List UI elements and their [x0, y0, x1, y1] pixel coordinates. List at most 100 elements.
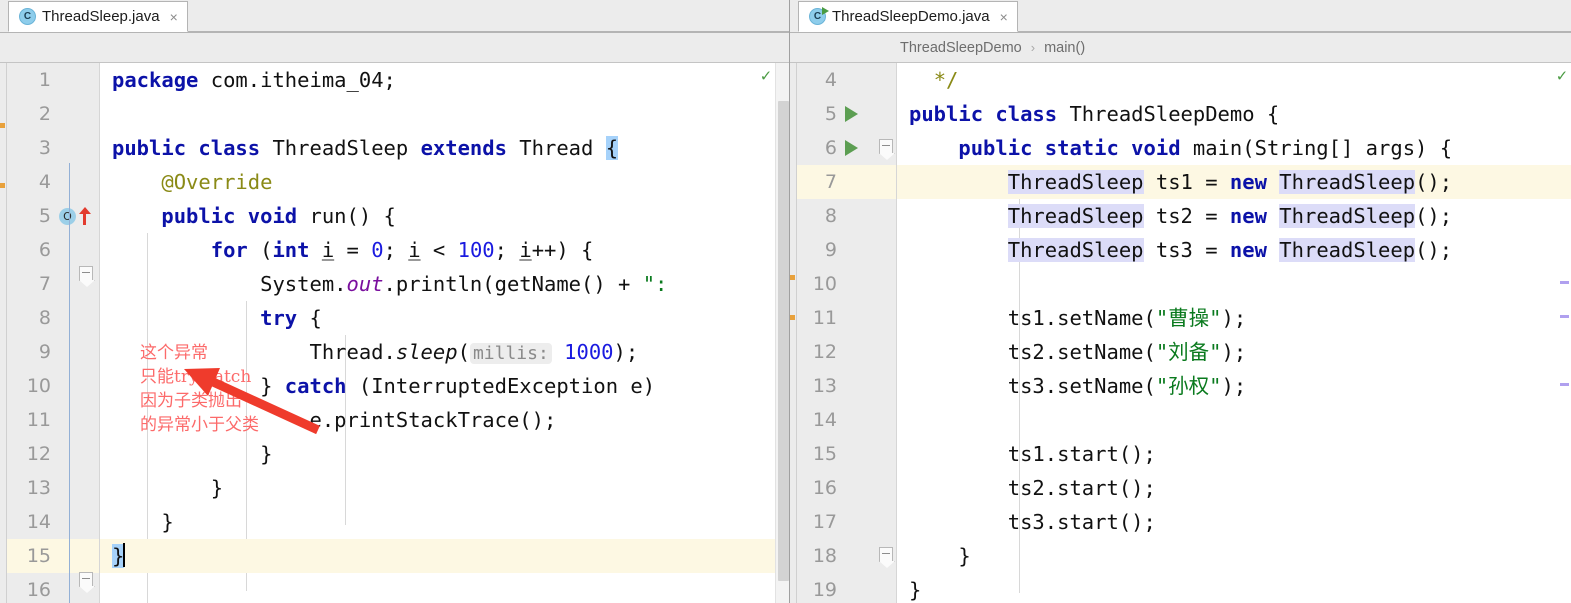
- line-number: 14: [812, 409, 837, 431]
- line-number: 8: [38, 307, 51, 329]
- run-icon[interactable]: [845, 106, 858, 122]
- line-number: 15: [26, 545, 51, 567]
- code-line: }: [909, 578, 922, 602]
- line-number: 4: [824, 69, 837, 91]
- inspection-ok-icon[interactable]: ✓: [761, 66, 771, 86]
- code-line: public void run() {: [161, 204, 396, 228]
- line-number: 3: [38, 137, 51, 159]
- fold-icon[interactable]: [879, 547, 893, 562]
- gutter-line: 14: [797, 403, 896, 437]
- line-number: 16: [812, 477, 837, 499]
- code-line: try {: [260, 306, 322, 330]
- breadcrumb-class[interactable]: ThreadSleepDemo: [900, 40, 1022, 56]
- marker-warning: [0, 123, 5, 128]
- gutter-line: 4: [7, 165, 99, 199]
- gutter-line-current: 15: [7, 539, 99, 573]
- code-line: Thread.sleep(millis: 1000);: [112, 340, 639, 364]
- up-arrow-icon[interactable]: [79, 207, 91, 225]
- line-number: 19: [812, 579, 837, 601]
- line-number: 12: [26, 443, 51, 465]
- code-line: public class ThreadSleep extends Thread …: [112, 136, 619, 160]
- gutter-line: 16: [797, 471, 896, 505]
- line-number: 2: [38, 103, 51, 125]
- tab-label: ThreadSleepDemo.java: [832, 8, 990, 25]
- editor-pane-left: C ThreadSleep.java × 1 2 3 4 5 O 6 7 8 9…: [0, 0, 790, 603]
- gutter-line: 5: [797, 97, 896, 131]
- gutter-line: 10: [7, 369, 99, 403]
- line-number: 5: [38, 205, 51, 227]
- code-line: }: [112, 510, 174, 534]
- gutter-line: 9: [797, 233, 896, 267]
- code-line: }: [909, 544, 971, 568]
- gutter-line: 2: [7, 97, 99, 131]
- gutter-line: 3: [7, 131, 99, 165]
- gutter-line: 14: [7, 505, 99, 539]
- code-line: ts1.start();: [909, 442, 1156, 466]
- code-line: for (int i = 0; i < 100; i++) {: [210, 238, 594, 262]
- inspection-ok-icon[interactable]: ✓: [1557, 66, 1567, 86]
- code-area-left[interactable]: package com.itheima_04; public class Thr…: [100, 63, 789, 603]
- fold-icon[interactable]: [79, 572, 93, 587]
- line-number: 10: [812, 273, 837, 295]
- chevron-right-icon: ›: [1030, 40, 1036, 55]
- tabbar-right: C ThreadSleepDemo.java ×: [790, 0, 1571, 33]
- code-line: } catch (InterruptedException e): [112, 374, 656, 398]
- gutter-line: 12: [7, 437, 99, 471]
- gutter-line: 1: [7, 63, 99, 97]
- code-line: ts2.start();: [909, 476, 1156, 500]
- code-line: System.out.println(getName() + ":: [112, 272, 668, 296]
- code-line: ThreadSleep ts2 = new ThreadSleep();: [1007, 204, 1453, 228]
- line-number: 11: [812, 307, 837, 329]
- breadcrumb-right: ThreadSleepDemo › main(): [790, 33, 1571, 63]
- fold-icon[interactable]: [879, 139, 893, 154]
- tab-label: ThreadSleep.java: [42, 8, 160, 25]
- code-line: */: [933, 68, 959, 92]
- tab-thread-sleep-demo-java[interactable]: C ThreadSleepDemo.java ×: [798, 1, 1018, 32]
- code-area-right[interactable]: */ public class ThreadSleepDemo { public…: [897, 63, 1571, 603]
- marker-warning: [790, 315, 795, 320]
- line-number: 12: [812, 341, 837, 363]
- gutter-line: 11: [797, 301, 896, 335]
- code-line: @Override: [161, 170, 273, 194]
- vertical-scrollbar-left[interactable]: [775, 63, 789, 603]
- gutter-line: 11: [7, 403, 99, 437]
- java-runnable-class-icon: C: [809, 7, 829, 25]
- fold-icon[interactable]: [79, 266, 93, 281]
- line-number: 8: [824, 205, 837, 227]
- marker-warning: [790, 275, 795, 280]
- line-number: 17: [812, 511, 837, 533]
- left-edge-marker-strip: [0, 63, 7, 603]
- line-number: 15: [812, 443, 837, 465]
- tabbar-left: C ThreadSleep.java ×: [0, 0, 789, 33]
- line-number: 6: [824, 137, 837, 159]
- gutter-right: 4 5 6 7 8 9 10 11 12 13 14 15 16 17 18 1…: [797, 63, 897, 603]
- code-line-current: }: [100, 539, 789, 573]
- error-stripe-mark[interactable]: [1560, 383, 1569, 386]
- gutter-line: 9: [7, 335, 99, 369]
- gutter-line: 10: [797, 267, 896, 301]
- code-line: }: [112, 442, 273, 466]
- line-number: 13: [26, 477, 51, 499]
- line-number: 13: [812, 375, 837, 397]
- line-number: 16: [26, 579, 51, 601]
- code-line: }: [112, 476, 224, 500]
- close-icon[interactable]: ×: [170, 10, 178, 24]
- scrollbar-thumb[interactable]: [778, 101, 789, 581]
- method-scope-line: [69, 163, 70, 603]
- ide-window: C ThreadSleep.java × 1 2 3 4 5 O 6 7 8 9…: [0, 0, 1571, 603]
- tabbar-empty-area: [187, 3, 789, 32]
- tab-thread-sleep-java[interactable]: C ThreadSleep.java ×: [8, 1, 188, 32]
- run-icon[interactable]: [845, 140, 858, 156]
- close-icon[interactable]: ×: [1000, 10, 1008, 24]
- line-number: 7: [38, 273, 51, 295]
- error-stripe-mark[interactable]: [1560, 315, 1569, 318]
- line-number: 9: [824, 239, 837, 261]
- line-number: 1: [38, 69, 51, 91]
- code-line: ThreadSleep ts3 = new ThreadSleep();: [1007, 238, 1453, 262]
- error-stripe-mark[interactable]: [1560, 281, 1569, 284]
- breadcrumb-method[interactable]: main(): [1044, 40, 1085, 56]
- override-method-icon[interactable]: O: [59, 207, 76, 225]
- gutter-line: 19: [797, 573, 896, 603]
